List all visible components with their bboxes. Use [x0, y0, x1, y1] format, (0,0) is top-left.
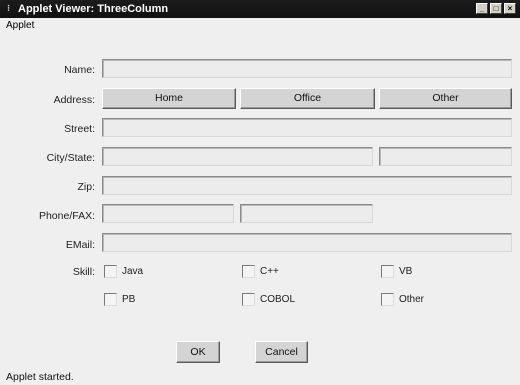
street-label: Street:	[64, 123, 95, 135]
email-label: EMail:	[65, 239, 95, 251]
close-icon[interactable]: ×	[504, 3, 516, 14]
address-other-button[interactable]: Other	[379, 88, 512, 109]
citystate-label: City/State:	[46, 152, 95, 164]
address-office-button[interactable]: Office	[240, 88, 375, 109]
street-input[interactable]	[102, 118, 512, 137]
form-area: Name: Address: Home Office Other Street:…	[0, 34, 520, 369]
skill-vb-label: VB	[399, 266, 413, 277]
maximize-icon[interactable]: □	[490, 3, 502, 14]
skill-cobol-label: COBOL	[260, 294, 296, 305]
minimize-icon[interactable]: _	[476, 3, 488, 14]
skill-other-label: Other	[399, 294, 425, 305]
phone-input[interactable]	[102, 204, 234, 223]
fax-input[interactable]	[240, 204, 373, 223]
applet-viewer-window: ⁝ Applet Viewer: ThreeColumn _ □ × Apple…	[0, 0, 520, 385]
zip-input[interactable]	[102, 176, 512, 195]
skill-cobol-checkbox[interactable]	[242, 293, 255, 306]
skill-java-checkbox[interactable]	[104, 265, 117, 278]
menu-bar: Applet	[0, 18, 520, 34]
status-text: Applet started.	[6, 371, 74, 383]
email-input[interactable]	[102, 233, 512, 252]
skill-java-label: Java	[122, 266, 144, 277]
status-bar: Applet started.	[0, 369, 520, 385]
state-input[interactable]	[379, 147, 512, 166]
ok-button[interactable]: OK	[176, 341, 220, 363]
menu-applet[interactable]: Applet	[6, 18, 34, 34]
skill-label: Skill:	[72, 266, 95, 278]
skill-other-checkbox[interactable]	[381, 293, 394, 306]
window-menu-icon[interactable]: ⁝	[3, 3, 14, 14]
phonefax-label: Phone/FAX:	[38, 210, 95, 222]
skill-pb-label: PB	[122, 294, 136, 305]
zip-label: Zip:	[77, 181, 95, 193]
address-label: Address:	[53, 94, 95, 106]
name-label: Name:	[64, 64, 95, 76]
address-home-button[interactable]: Home	[102, 88, 236, 109]
city-input[interactable]	[102, 147, 373, 166]
skill-pb-checkbox[interactable]	[104, 293, 117, 306]
name-input[interactable]	[102, 59, 512, 78]
skill-vb-checkbox[interactable]	[381, 265, 394, 278]
title-bar[interactable]: ⁝ Applet Viewer: ThreeColumn _ □ ×	[0, 0, 520, 18]
skill-cpp-checkbox[interactable]	[242, 265, 255, 278]
skill-cpp-label: C++	[260, 266, 279, 277]
window-title: Applet Viewer: ThreeColumn	[18, 3, 169, 15]
cancel-button[interactable]: Cancel	[255, 341, 308, 363]
